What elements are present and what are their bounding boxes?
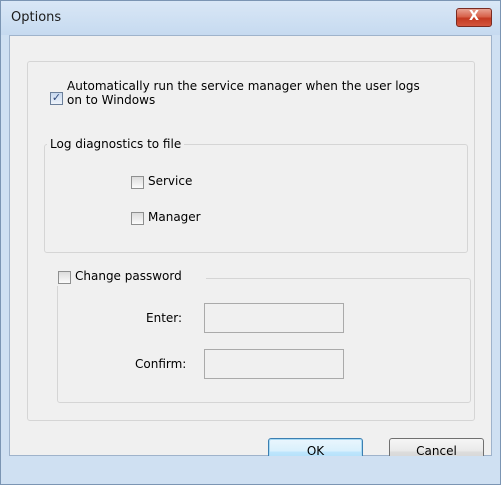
window-title: Options bbox=[11, 10, 62, 25]
change-password-checkbox[interactable] bbox=[58, 271, 71, 284]
manager-label[interactable]: Manager bbox=[148, 210, 201, 224]
log-diagnostics-group: Log diagnostics to file Service Manager bbox=[44, 137, 468, 253]
enter-password-field[interactable] bbox=[204, 303, 344, 333]
auto-run-label[interactable]: Automatically run the service manager wh… bbox=[67, 79, 420, 107]
close-button[interactable]: X bbox=[456, 8, 492, 27]
confirm-password-field[interactable] bbox=[204, 349, 344, 379]
log-diagnostics-legend: Log diagnostics to file bbox=[47, 137, 185, 151]
auto-run-checkbox[interactable]: ✓ bbox=[50, 91, 63, 105]
window-bottom-border bbox=[1, 456, 500, 484]
checkmark-icon: ✓ bbox=[51, 91, 62, 104]
options-dialog: Options X ✓ Automatically run the servic… bbox=[0, 0, 501, 485]
options-panel: ✓ Automatically run the service manager … bbox=[27, 61, 475, 421]
change-password-group: Change password Enter: Confirm: bbox=[54, 269, 471, 403]
manager-checkbox[interactable] bbox=[131, 212, 144, 225]
title-bar[interactable]: Options X bbox=[1, 1, 500, 35]
confirm-label: Confirm: bbox=[135, 357, 187, 371]
change-password-label[interactable]: Change password bbox=[75, 269, 182, 283]
enter-label: Enter: bbox=[146, 311, 183, 325]
auto-run-label-line2: on to Windows bbox=[67, 93, 156, 107]
auto-run-label-line1: Automatically run the service manager wh… bbox=[67, 79, 420, 93]
close-icon: X bbox=[468, 9, 480, 24]
change-password-legend: Change password bbox=[54, 269, 206, 286]
service-label[interactable]: Service bbox=[148, 174, 192, 188]
service-checkbox[interactable] bbox=[131, 176, 144, 189]
dialog-client-area: ✓ Automatically run the service manager … bbox=[9, 35, 492, 465]
